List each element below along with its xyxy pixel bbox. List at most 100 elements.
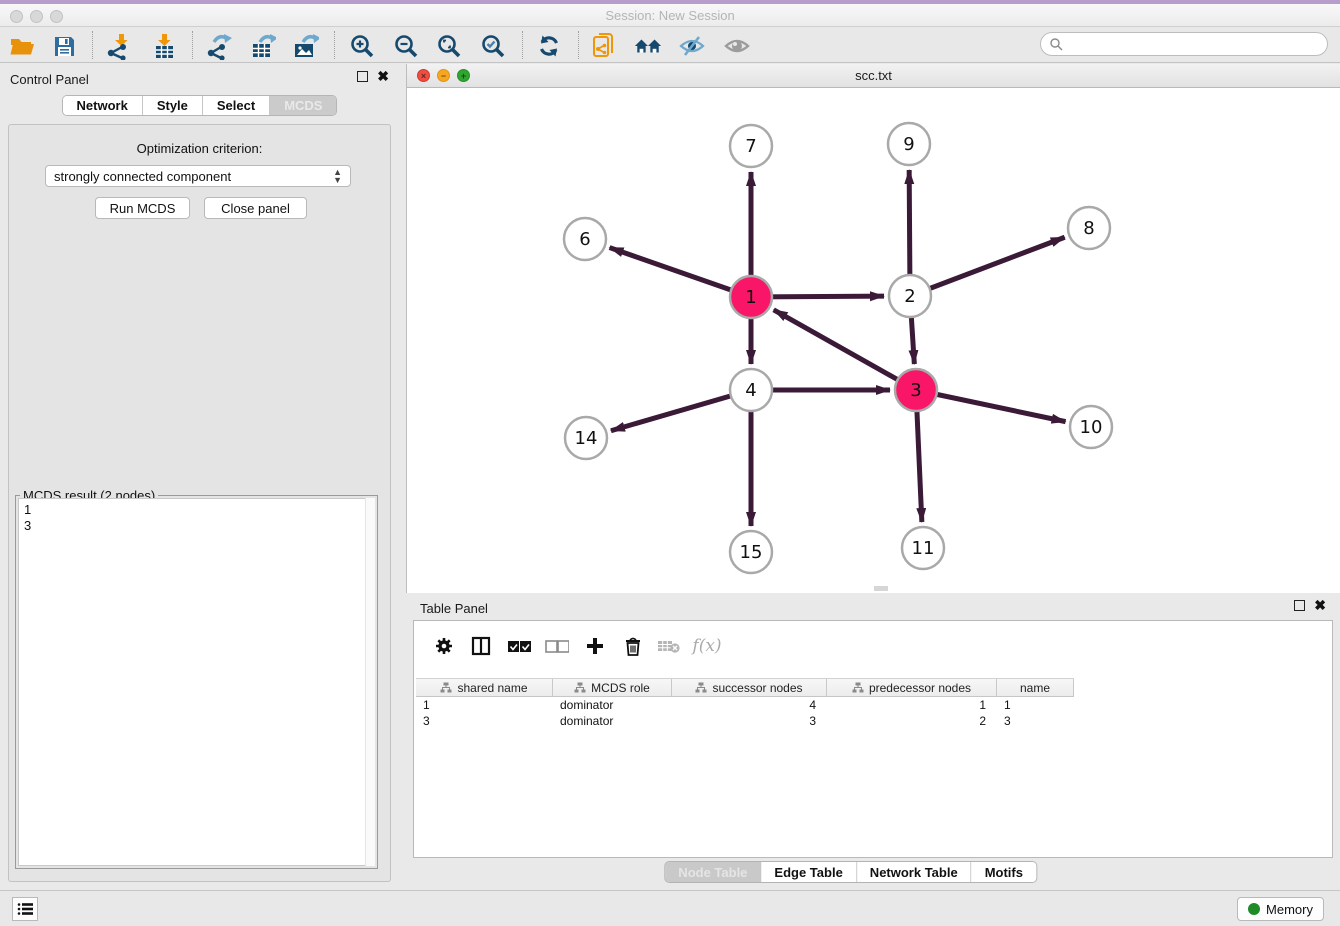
- refresh-button[interactable]: [535, 32, 563, 60]
- export-network-button[interactable]: [204, 32, 232, 60]
- select-all-rows-button[interactable]: [504, 631, 534, 661]
- float-table-panel-icon[interactable]: [1294, 600, 1305, 611]
- node-label-8: 8: [1083, 218, 1094, 239]
- zoom-in-button[interactable]: [348, 32, 376, 60]
- import-network-button[interactable]: [104, 32, 132, 60]
- edge-1-6[interactable]: [610, 248, 751, 297]
- mcds-result-text[interactable]: 1 3: [18, 498, 375, 866]
- cell-shared-name[interactable]: 3: [416, 714, 553, 730]
- column-header-MCDS-role[interactable]: MCDS role: [553, 679, 672, 696]
- delete-column-button[interactable]: [618, 631, 648, 661]
- main-titlebar: Session: New Session: [0, 4, 1340, 27]
- close-panel-icon[interactable]: ✖: [377, 71, 389, 82]
- toolbar-separator: [522, 31, 523, 59]
- node-label-4: 4: [745, 380, 756, 401]
- close-panel-button[interactable]: Close panel: [204, 197, 307, 219]
- cell-name[interactable]: 3: [997, 714, 1074, 730]
- close-table-panel-icon[interactable]: ✖: [1314, 600, 1326, 611]
- search-field[interactable]: [1040, 32, 1328, 56]
- export-table-button[interactable]: [248, 32, 276, 60]
- function-builder-button[interactable]: f(x): [692, 631, 722, 661]
- run-mcds-button[interactable]: Run MCDS: [95, 197, 190, 219]
- deselect-all-rows-button[interactable]: [542, 631, 572, 661]
- eye-icon: [723, 34, 751, 58]
- table-settings-button[interactable]: [429, 631, 459, 661]
- cell-predecessor-nodes[interactable]: 1: [827, 698, 997, 714]
- column-header-predecessor-nodes[interactable]: predecessor nodes: [827, 679, 997, 696]
- cell-successor-nodes[interactable]: 4: [672, 698, 827, 714]
- edge-3-10[interactable]: [916, 390, 1066, 422]
- unchecked-boxes-icon: [545, 640, 569, 653]
- memory-label: Memory: [1266, 902, 1313, 917]
- tab-style[interactable]: Style: [143, 96, 203, 115]
- cell-shared-name[interactable]: 1: [416, 698, 553, 714]
- open-file-button[interactable]: [8, 32, 36, 60]
- plus-icon: [586, 637, 604, 655]
- main-toolbar: [0, 27, 1340, 63]
- export-network-icon: [205, 33, 232, 60]
- mcds-panel: Optimization criterion: strongly connect…: [8, 124, 391, 882]
- result-scrollbar[interactable]: [365, 498, 375, 866]
- zoom-fit-button[interactable]: [435, 32, 463, 60]
- cell-MCDS-role[interactable]: dominator: [553, 714, 672, 730]
- tab-mcds[interactable]: MCDS: [270, 96, 336, 115]
- canvas-splitter-handle[interactable]: [874, 586, 888, 591]
- gear-icon: [434, 636, 454, 656]
- optimization-criterion-select[interactable]: strongly connected component ▲▼: [45, 165, 351, 187]
- add-column-button[interactable]: [580, 631, 610, 661]
- cell-successor-nodes[interactable]: 3: [672, 714, 827, 730]
- control-panel-title: Control Panel: [10, 72, 89, 87]
- network-view-titlebar: × − + scc.txt: [407, 64, 1340, 88]
- column-header-successor-nodes[interactable]: successor nodes: [672, 679, 827, 696]
- mcds-result-group: MCDS result (2 nodes) 1 3: [15, 495, 378, 869]
- edge-3-1[interactable]: [774, 310, 916, 390]
- delete-table-icon: [657, 638, 681, 654]
- control-panel: Control Panel ✖ NetworkStyleSelectMCDS O…: [0, 64, 399, 890]
- optimization-criterion-label: Optimization criterion:: [9, 141, 390, 156]
- cell-MCDS-role[interactable]: dominator: [553, 698, 672, 714]
- tab-network-table[interactable]: Network Table: [857, 862, 972, 882]
- window-title: Session: New Session: [0, 8, 1340, 23]
- task-history-button[interactable]: [12, 897, 38, 921]
- node-label-15: 15: [740, 542, 763, 563]
- network-canvas[interactable]: 7968124314101511: [407, 88, 1340, 592]
- import-table-button[interactable]: [150, 32, 178, 60]
- import-network-icon: [105, 33, 131, 60]
- edge-2-8[interactable]: [910, 237, 1065, 296]
- save-session-button[interactable]: [50, 32, 78, 60]
- zoom-selected-button[interactable]: [479, 32, 507, 60]
- delete-table-button[interactable]: [654, 631, 684, 661]
- fx-icon: f(x): [692, 636, 721, 656]
- show-columns-button[interactable]: [466, 631, 496, 661]
- column-header-name[interactable]: name: [997, 679, 1074, 696]
- search-input[interactable]: [1063, 37, 1303, 51]
- hide-selected-button[interactable]: [678, 32, 706, 60]
- table-row[interactable]: 3dominator323: [416, 714, 1074, 730]
- export-image-button[interactable]: [291, 32, 319, 60]
- import-table-icon: [151, 33, 177, 60]
- hierarchy-icon: [440, 682, 452, 693]
- copy-view-button[interactable]: [590, 32, 618, 60]
- tab-edge-table[interactable]: Edge Table: [761, 862, 856, 882]
- select-spinner-icon: ▲▼: [333, 168, 342, 184]
- table-row[interactable]: 1dominator411: [416, 698, 1074, 714]
- tab-network[interactable]: Network: [63, 96, 143, 115]
- tab-motifs[interactable]: Motifs: [972, 862, 1036, 882]
- show-all-button[interactable]: [723, 32, 751, 60]
- tab-node-table[interactable]: Node Table: [665, 862, 761, 882]
- hierarchy-icon: [852, 682, 864, 693]
- toolbar-separator: [578, 31, 579, 59]
- cell-name[interactable]: 1: [997, 698, 1074, 714]
- application-window: Session: New Session: [0, 0, 1340, 926]
- refresh-icon: [536, 33, 562, 59]
- column-header-shared-name[interactable]: shared name: [416, 679, 553, 696]
- zoom-out-button[interactable]: [392, 32, 420, 60]
- status-bar: Memory: [0, 890, 1340, 926]
- memory-button[interactable]: Memory: [1237, 897, 1324, 921]
- toolbar-separator: [192, 31, 193, 59]
- tab-select[interactable]: Select: [203, 96, 270, 115]
- first-neighbors-button[interactable]: [634, 32, 662, 60]
- memory-status-icon: [1248, 903, 1260, 915]
- cell-predecessor-nodes[interactable]: 2: [827, 714, 997, 730]
- float-panel-icon[interactable]: [357, 71, 368, 82]
